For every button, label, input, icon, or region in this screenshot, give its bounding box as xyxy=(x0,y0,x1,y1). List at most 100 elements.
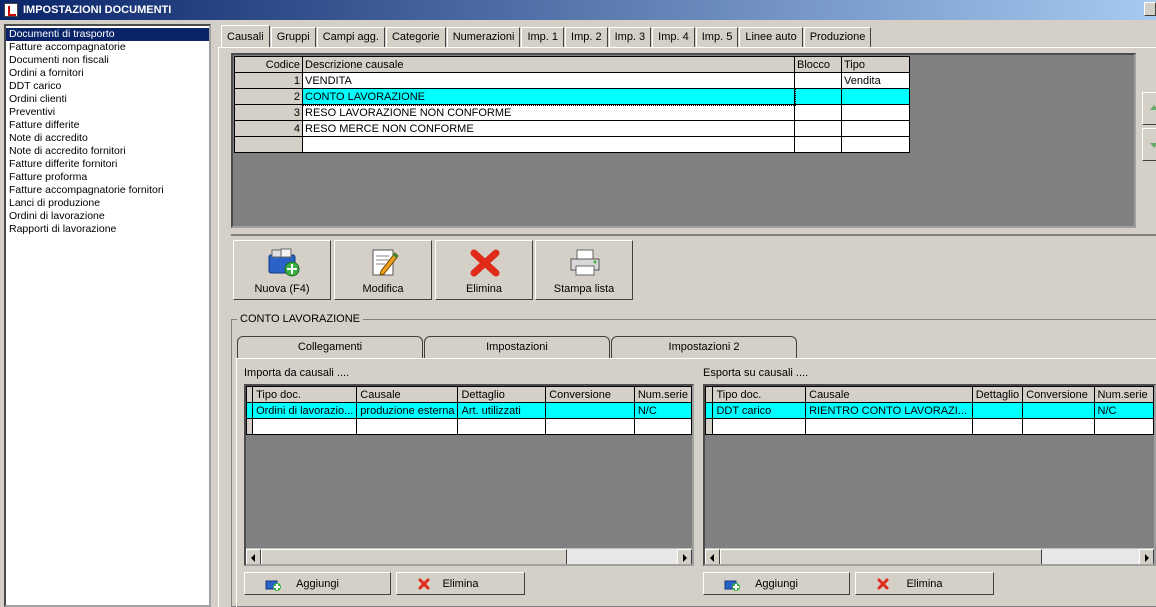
cell[interactable] xyxy=(1022,418,1095,435)
sidebar-item[interactable]: Fatture accompagnatorie xyxy=(6,41,209,54)
modifica-button[interactable]: Modifica xyxy=(334,240,432,300)
cell[interactable] xyxy=(712,418,807,435)
cell-codice[interactable]: 2 xyxy=(234,88,303,105)
cell-tipo[interactable] xyxy=(841,104,910,121)
sidebar-item[interactable]: Fatture accompagnatorie fornitori xyxy=(6,184,209,197)
cell-codice[interactable]: 4 xyxy=(234,120,303,137)
cell-descrizione[interactable]: VENDITA xyxy=(302,72,795,89)
cell-tipo[interactable]: Vendita xyxy=(841,72,910,89)
cell[interactable] xyxy=(841,136,910,153)
subtab-collegamenti[interactable]: Collegamenti xyxy=(237,336,423,358)
arrow-down-icon[interactable] xyxy=(1142,128,1156,161)
cell[interactable] xyxy=(971,418,1024,435)
sidebar-item[interactable]: Ordini clienti xyxy=(6,93,209,106)
subtab-impostazioni[interactable]: Impostazioni xyxy=(424,336,610,358)
table-row[interactable]: Ordini di lavorazio... produzione estern… xyxy=(246,402,692,419)
importa-col-dettaglio[interactable]: Dettaglio xyxy=(457,386,547,403)
col-header-tipo[interactable]: Tipo xyxy=(841,56,910,73)
esporta-aggiungi-button[interactable]: Aggiungi xyxy=(703,572,850,595)
esporta-col-tipo-doc[interactable]: Tipo doc. xyxy=(712,386,807,403)
esporta-col-conversione[interactable]: Conversione xyxy=(1022,386,1095,403)
cell[interactable]: N/C xyxy=(633,402,692,419)
cell[interactable]: produzione esterna xyxy=(356,402,459,419)
cell[interactable] xyxy=(805,418,973,435)
importa-col-num-serie[interactable]: Num.serie xyxy=(633,386,692,403)
esporta-hscrollbar[interactable] xyxy=(705,548,1154,564)
arrow-up-icon[interactable] xyxy=(1142,92,1156,125)
table-row-empty[interactable] xyxy=(705,418,1154,435)
importa-col-conversione[interactable]: Conversione xyxy=(545,386,635,403)
cell[interactable]: DDT carico xyxy=(712,402,807,419)
sidebar-item[interactable]: DDT carico xyxy=(6,80,209,93)
esporta-elimina-button[interactable]: Elimina xyxy=(855,572,994,595)
sidebar-item[interactable]: Rapporti di lavorazione xyxy=(6,223,209,236)
cell[interactable]: Ordini di lavorazio... xyxy=(252,402,358,419)
tab-causali[interactable]: Causali xyxy=(221,25,270,47)
cell[interactable]: N/C xyxy=(1093,402,1154,419)
cell-descrizione[interactable]: RESO LAVORAZIONE NON CONFORME xyxy=(302,104,795,121)
cell[interactable]: RIENTRO CONTO LAVORAZI... xyxy=(805,402,973,419)
cell[interactable] xyxy=(457,418,547,435)
sidebar-item[interactable]: Documenti di trasporto xyxy=(6,28,209,41)
cell-codice[interactable]: 3 xyxy=(234,104,303,121)
sidebar-item[interactable]: Note di accredito xyxy=(6,132,209,145)
tab-numerazioni[interactable]: Numerazioni xyxy=(446,27,521,47)
scroll-left-icon[interactable] xyxy=(246,549,261,564)
esporta-col-num-serie[interactable]: Num.serie xyxy=(1093,386,1154,403)
cell[interactable] xyxy=(234,136,303,153)
tab-produzione[interactable]: Produzione xyxy=(803,27,872,47)
cell-tipo[interactable] xyxy=(841,120,910,137)
sidebar-item[interactable]: Fatture differite fornitori xyxy=(6,158,209,171)
cell[interactable] xyxy=(252,418,358,435)
sidebar-item[interactable]: Documenti non fiscali xyxy=(6,54,209,67)
table-row[interactable]: 2 CONTO LAVORAZIONE xyxy=(234,87,910,106)
subtab-impostazioni-2[interactable]: Impostazioni 2 xyxy=(611,336,797,358)
nuova-button[interactable]: Nuova (F4) xyxy=(233,240,331,300)
table-row[interactable]: DDT carico RIENTRO CONTO LAVORAZI... N/C xyxy=(705,402,1154,419)
cell-blocco[interactable] xyxy=(794,88,842,105)
window-close-button[interactable] xyxy=(1144,2,1156,16)
tab-linee-auto[interactable]: Linee auto xyxy=(739,27,803,47)
tab-campi-agg[interactable]: Campi agg. xyxy=(316,27,385,47)
col-header-blocco[interactable]: Blocco xyxy=(794,56,842,73)
cell-blocco[interactable] xyxy=(794,72,842,89)
importa-elimina-button[interactable]: Elimina xyxy=(396,572,525,595)
col-header-descrizione[interactable]: Descrizione causale xyxy=(302,56,795,73)
table-row-empty[interactable] xyxy=(234,136,910,153)
cell[interactable] xyxy=(794,136,842,153)
cell[interactable] xyxy=(1022,402,1095,419)
esporta-col-dettaglio[interactable]: Dettaglio xyxy=(971,386,1024,403)
stampa-lista-button[interactable]: Stampa lista xyxy=(535,240,633,300)
sidebar-item[interactable]: Lanci di produzione xyxy=(6,197,209,210)
scroll-right-icon[interactable] xyxy=(1139,549,1154,564)
cell-blocco[interactable] xyxy=(794,104,842,121)
cell[interactable]: Art. utilizzati xyxy=(457,402,547,419)
tab-categorie[interactable]: Categorie xyxy=(385,27,446,47)
cell[interactable] xyxy=(1093,418,1154,435)
sidebar-item[interactable]: Ordini di lavorazione xyxy=(6,210,209,223)
tab-imp-4[interactable]: Imp. 4 xyxy=(652,27,695,47)
importa-hscrollbar[interactable] xyxy=(246,548,692,564)
col-header-codice[interactable]: Codice xyxy=(234,56,303,73)
cell[interactable] xyxy=(971,402,1024,419)
tab-gruppi[interactable]: Gruppi xyxy=(270,27,316,47)
tab-imp-3[interactable]: Imp. 3 xyxy=(608,27,652,47)
cell-codice[interactable]: 1 xyxy=(234,72,303,89)
table-row[interactable]: 3 RESO LAVORAZIONE NON CONFORME xyxy=(234,104,910,121)
sidebar-item[interactable]: Ordini a fornitori xyxy=(6,67,209,80)
cell-descrizione[interactable]: CONTO LAVORAZIONE xyxy=(301,87,796,106)
cell[interactable] xyxy=(633,418,692,435)
elimina-button[interactable]: Elimina xyxy=(435,240,533,300)
cell[interactable] xyxy=(302,136,795,153)
tab-imp-5[interactable]: Imp. 5 xyxy=(695,27,739,47)
tab-imp-1[interactable]: Imp. 1 xyxy=(521,27,565,47)
scroll-thumb[interactable] xyxy=(261,549,567,564)
scroll-thumb[interactable] xyxy=(720,549,1042,564)
importa-aggiungi-button[interactable]: Aggiungi xyxy=(244,572,391,595)
cell-blocco[interactable] xyxy=(794,120,842,137)
esporta-col-causale[interactable]: Causale xyxy=(805,386,973,403)
cell[interactable] xyxy=(545,418,635,435)
tab-imp-2[interactable]: Imp. 2 xyxy=(565,27,608,47)
scroll-right-icon[interactable] xyxy=(677,549,692,564)
sidebar-item[interactable]: Note di accredito fornitori xyxy=(6,145,209,158)
